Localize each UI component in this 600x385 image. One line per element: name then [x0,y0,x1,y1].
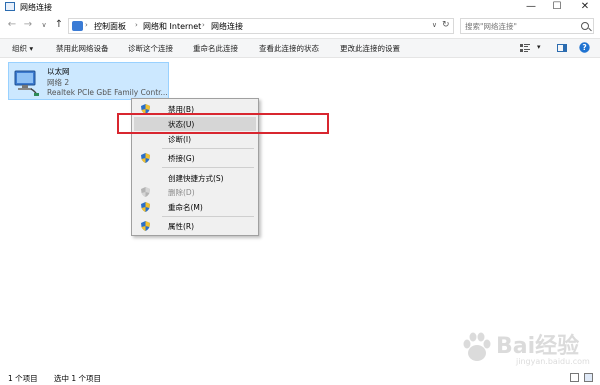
address-dropdown[interactable]: ∨ [432,21,437,29]
view-status-button[interactable]: 查看此连接的状态 [259,43,319,54]
breadcrumb-network-connections[interactable]: 网络连接 [211,21,243,32]
highlight-annotation [117,113,329,134]
command-bar: 组织 ▾ 禁用此网络设备 诊断这个连接 重命名此连接 查看此连接的状态 更改此连… [0,38,600,58]
baidu-jingyan-watermark: Bai经验 jingyan.baidu.com [456,326,594,370]
uac-shield-icon [141,187,150,197]
back-button[interactable]: ← [6,19,18,31]
menu-item-diagnose[interactable]: 诊断(I) [134,132,256,146]
address-bar[interactable]: › 控制面板 › 网络和 Internet › 网络连接 ∨ [68,18,454,34]
up-button[interactable]: ↑ [53,19,65,31]
organize-button[interactable]: 组织 ▾ [12,43,33,54]
watermark-brand: Bai经验 [496,334,580,359]
help-icon[interactable]: ? [579,42,590,53]
menu-item-label: 诊断(I) [168,135,192,144]
breadcrumb-separator: › [135,21,138,29]
watermark-url: jingyan.baidu.com [516,357,590,366]
uac-shield-icon [141,202,150,212]
title-bar: 网络连接 — ☐ ✕ [0,0,600,14]
breadcrumb-network-internet[interactable]: 网络和 Internet [143,21,201,32]
preview-pane-icon[interactable] [557,43,567,53]
menu-item-label: 创建快捷方式(S) [168,174,224,183]
details-view-icon[interactable] [570,373,579,382]
search-input[interactable] [465,21,575,32]
selected-count: 选中 1 个项目 [54,374,102,383]
baidu-paw-icon [463,332,491,361]
menu-item-label: 重命名(M) [168,203,203,212]
window-title: 网络连接 [20,3,52,12]
diagnose-button[interactable]: 诊断这个连接 [128,43,173,54]
breadcrumb-separator: › [202,21,205,29]
change-settings-button[interactable]: 更改此连接的设置 [340,43,400,54]
rename-button[interactable]: 重命名此连接 [193,43,238,54]
ethernet-connection-item[interactable]: 以太网 网络 2 Realtek PCIe GbE Family Contr..… [8,62,169,100]
refresh-button[interactable]: ↻ [442,20,450,30]
menu-item-label: 删除(D) [168,188,195,197]
recent-locations-dropdown[interactable]: ∨ [38,19,50,31]
svg-text:?: ? [582,43,586,52]
menu-item-label: 属性(R) [168,222,195,231]
uac-shield-icon [141,221,150,231]
uac-shield-icon [141,153,150,163]
maximize-button[interactable]: ☐ [544,0,570,14]
change-view-icon[interactable] [520,43,530,53]
menu-item-label: 桥接(G) [168,154,195,163]
breadcrumb-control-panel[interactable]: 控制面板 [94,21,126,32]
forward-button[interactable]: → [22,19,34,31]
menu-separator [162,148,254,149]
large-icons-view-icon[interactable] [584,373,593,382]
menu-item-create-shortcut[interactable]: 创建快捷方式(S) [134,171,256,185]
network-folder-icon [5,2,15,11]
connection-adapter: Realtek PCIe GbE Family Contr... [47,88,168,97]
menu-item-bridge[interactable]: 桥接(G) [134,151,256,165]
menu-separator [162,216,254,217]
status-bar: 1 个项目 选中 1 个项目 [0,370,600,385]
minimize-button[interactable]: — [518,0,544,14]
breadcrumb-separator: › [85,21,88,29]
network-adapter-icon [14,70,39,96]
item-count: 1 个项目 [8,374,38,383]
control-panel-icon [72,21,83,31]
search-box[interactable] [460,18,594,34]
close-button[interactable]: ✕ [572,0,598,14]
connection-name: 以太网 [47,67,70,76]
menu-item-rename[interactable]: 重命名(M) [134,200,256,214]
menu-item-properties[interactable]: 属性(R) [134,219,256,233]
file-list-area[interactable] [0,59,600,368]
menu-separator [162,167,254,168]
disable-device-button[interactable]: 禁用此网络设备 [56,43,109,54]
menu-item-delete: 删除(D) [134,185,256,199]
search-icon[interactable] [581,22,589,30]
connection-network: 网络 2 [47,78,70,87]
view-options-dropdown[interactable]: ▾ [537,43,541,51]
